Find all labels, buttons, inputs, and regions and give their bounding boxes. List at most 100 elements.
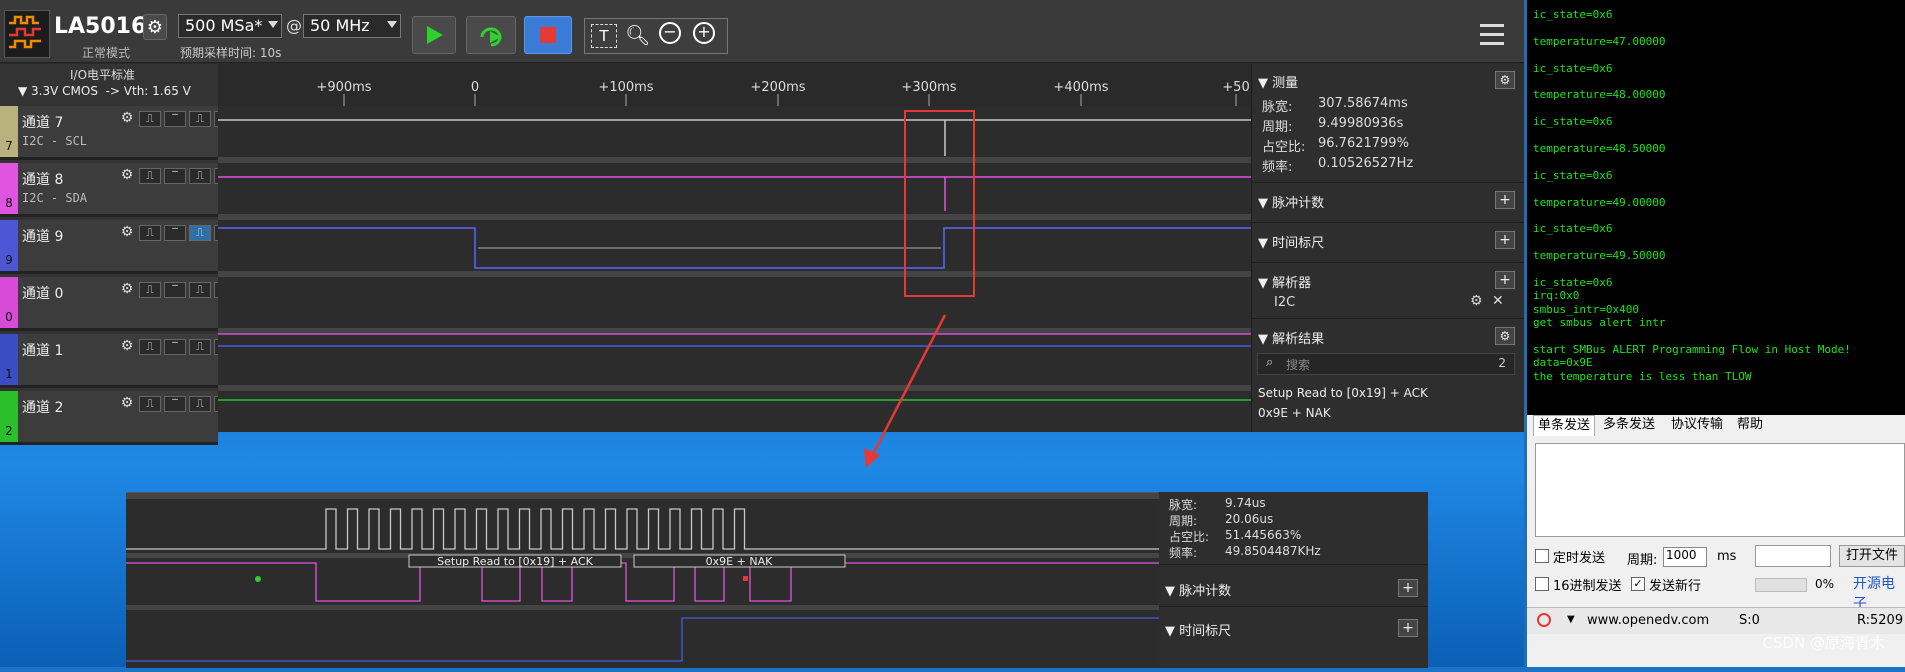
- chevron-down-icon: [268, 21, 278, 28]
- device-settings-gear-icon[interactable]: ⚙: [143, 14, 167, 40]
- io-level-select[interactable]: ▼ 3.3V CMOS -> Vth: 1.65 V: [18, 84, 191, 98]
- rising-edge-trigger-icon[interactable]: ⎍: [139, 111, 161, 127]
- channel-gear-icon[interactable]: ⚙: [118, 339, 136, 355]
- timed-send-checkbox[interactable]: [1535, 549, 1549, 563]
- zoom-ch9-trace: [126, 617, 1159, 662]
- high-level-trigger-icon[interactable]: ‾: [164, 339, 186, 355]
- falling-edge-trigger-icon[interactable]: ⎍: [189, 282, 211, 298]
- file-path-input[interactable]: [1755, 545, 1831, 567]
- falling-edge-trigger-icon[interactable]: ⎍: [189, 396, 211, 412]
- rising-edge-trigger-icon[interactable]: ⎍: [139, 225, 161, 241]
- falling-edge-trigger-icon[interactable]: ⎍: [189, 225, 211, 241]
- pulse-count-add-button[interactable]: +: [1495, 191, 1515, 209]
- decoder-gear-icon[interactable]: ⚙: [1470, 293, 1483, 309]
- search-count: 2: [1498, 356, 1506, 370]
- period-unit: ms: [1717, 549, 1737, 564]
- period-input[interactable]: 1000: [1663, 547, 1707, 567]
- decoder-item-i2c[interactable]: I2C: [1274, 295, 1295, 310]
- time-ruler-title: 时间标尺: [1272, 236, 1325, 251]
- zoom-pulse-count-header: ▼ 脉冲计数: [1165, 584, 1232, 599]
- terminal-line: get smbus alert intr: [1533, 316, 1666, 330]
- annotation-arrow: [864, 314, 947, 468]
- repeat-capture-button[interactable]: [466, 16, 516, 54]
- falling-edge-trigger-icon[interactable]: ⎍: [189, 111, 211, 127]
- falling-edge-trigger-icon[interactable]: ⎍: [189, 339, 211, 355]
- channel-gear-icon[interactable]: ⚙: [118, 111, 136, 127]
- app-logo-icon: [4, 10, 50, 58]
- channel-gear-icon[interactable]: ⚙: [118, 282, 136, 298]
- timeline-tick-label: +50: [1222, 80, 1249, 95]
- tab-single-send[interactable]: 单条发送: [1533, 415, 1596, 436]
- terminal-line: smbus_intr=0x400: [1533, 302, 1639, 316]
- rising-edge-trigger-icon[interactable]: ⎍: [139, 168, 161, 184]
- frequency-select[interactable]: 50 MHz: [303, 14, 401, 38]
- timeline-tick-label: +300ms: [901, 80, 956, 95]
- time-ruler-header[interactable]: ▼ 时间标尺: [1258, 232, 1324, 251]
- result-line-1[interactable]: Setup Read to [0x19] + ACK: [1258, 386, 1428, 400]
- zoom-fit-icon[interactable]: 🔍︎: [625, 23, 650, 47]
- terminal-line: ic_state=0x6: [1533, 115, 1613, 129]
- channel-decoder-label: I2C - SCL: [22, 134, 88, 148]
- zoom-out-icon[interactable]: −: [659, 22, 681, 44]
- pulse-count-header[interactable]: ▼ 脉冲计数: [1258, 192, 1324, 211]
- decoder-close-icon[interactable]: ✕: [1492, 293, 1504, 309]
- results-gear-icon[interactable]: ⚙: [1495, 327, 1515, 345]
- high-level-trigger-icon[interactable]: ‾: [164, 168, 186, 184]
- waveform-area[interactable]: +900ms 0 +100ms +200ms +300ms +400ms +50: [218, 64, 1251, 448]
- channel-row[interactable]: 2通道 2⚙⎍‾⎍_: [0, 391, 236, 445]
- rising-edge-trigger-icon[interactable]: ⎍: [139, 282, 161, 298]
- falling-edge-trigger-icon[interactable]: ⎍: [189, 168, 211, 184]
- open-file-button[interactable]: 打开文件: [1839, 545, 1905, 567]
- channel-row[interactable]: 7通道 7I2C - SCL⚙⎍‾⎍_: [0, 106, 236, 160]
- results-header[interactable]: ▼ 解析结果: [1258, 328, 1324, 347]
- channel-row[interactable]: 8通道 8I2C - SDA⚙⎍‾⎍_: [0, 163, 236, 217]
- time-ruler-add-button[interactable]: +: [1495, 231, 1515, 249]
- text-tool-icon[interactable]: T: [591, 24, 617, 48]
- decoder-add-button[interactable]: +: [1495, 271, 1515, 289]
- website-url[interactable]: www.openedv.com: [1587, 613, 1709, 628]
- channel-row[interactable]: 0通道 0⚙⎍‾⎍_: [0, 277, 236, 331]
- tab-help[interactable]: 帮助: [1733, 415, 1767, 435]
- start-button[interactable]: [412, 16, 456, 54]
- zoom-start-marker: [255, 576, 261, 582]
- channel-gear-icon[interactable]: ⚙: [118, 225, 136, 241]
- hex-send-checkbox[interactable]: [1535, 577, 1549, 591]
- rising-edge-trigger-icon[interactable]: ⎍: [139, 396, 161, 412]
- hamburger-menu-icon[interactable]: [1480, 24, 1504, 46]
- result-line-2[interactable]: 0x9E + NAK: [1258, 406, 1331, 420]
- high-level-trigger-icon[interactable]: ‾: [164, 396, 186, 412]
- sample-rate-select[interactable]: 500 MSa*: [178, 14, 282, 38]
- measure-settings-gear-icon[interactable]: ⚙: [1495, 71, 1515, 89]
- zoom-pulse-count-title: 脉冲计数: [1179, 584, 1232, 599]
- channel-gear-icon[interactable]: ⚙: [118, 168, 136, 184]
- channel-gear-icon[interactable]: ⚙: [118, 396, 136, 412]
- decoder-header[interactable]: ▼ 解析器: [1258, 272, 1311, 291]
- mode-label: 正常模式: [82, 46, 131, 60]
- timeline-tick-label: 0: [471, 80, 479, 95]
- measure-section-header[interactable]: ▼ 测量: [1258, 72, 1298, 91]
- results-search-box[interactable]: ⌕ 搜索 2: [1257, 353, 1515, 375]
- tab-protocol[interactable]: 协议传输: [1667, 415, 1727, 435]
- terminal-line: temperature=49.00000: [1533, 195, 1666, 209]
- stop-button[interactable]: [524, 16, 572, 54]
- high-level-trigger-icon[interactable]: ‾: [164, 225, 186, 241]
- high-level-trigger-icon[interactable]: ‾: [164, 111, 186, 127]
- app-title: LA5016: [54, 14, 147, 39]
- zoom-in-icon[interactable]: +: [693, 22, 715, 44]
- rising-edge-trigger-icon[interactable]: ⎍: [139, 339, 161, 355]
- channel-panel: I/O电平标准 ▼ 3.3V CMOS -> Vth: 1.65 V 7 通道 7…: [0, 64, 236, 445]
- serial-terminal-output[interactable]: ic_state=0x6 temperature=47.00000 ic_state…: [1524, 0, 1905, 415]
- tab-multi-send[interactable]: 多条发送: [1599, 415, 1659, 435]
- record-icon[interactable]: [1537, 613, 1551, 627]
- channel-number: 0: [5, 310, 13, 324]
- newline-checkbox[interactable]: ✓: [1631, 577, 1645, 591]
- zoom-measure-value: 49.8504487KHz: [1225, 544, 1321, 558]
- channel-row[interactable]: 9通道 9⚙⎍‾⎍_: [0, 220, 236, 274]
- channel-row[interactable]: 1通道 1⚙⎍‾⎍_: [0, 334, 236, 388]
- high-level-trigger-icon[interactable]: ‾: [164, 282, 186, 298]
- zoom-sda-trace: [126, 562, 1159, 602]
- chevron-down-icon[interactable]: ▼: [1567, 614, 1575, 625]
- send-textarea[interactable]: [1535, 443, 1905, 537]
- serial-assistant-panel: 单条发送 多条发送 协议传输 帮助 定时发送 周期: 1000 ms 打开文件 …: [1524, 415, 1905, 667]
- terminal-line: ic_state=0x6: [1533, 168, 1613, 182]
